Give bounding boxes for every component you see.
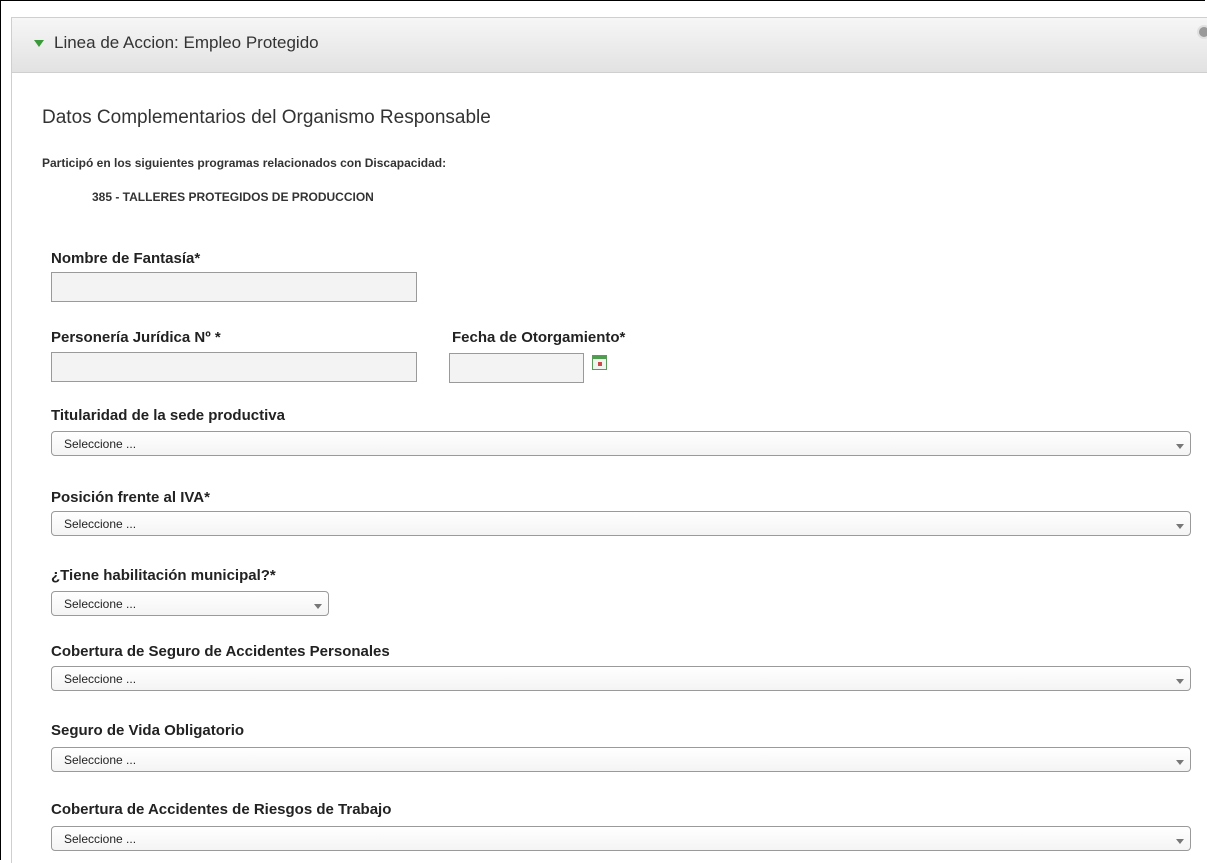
titularidad-label: Titularidad de la sede productiva: [51, 407, 285, 424]
calendar-icon[interactable]: [592, 355, 607, 370]
titularidad-selected: Seleccione ...: [64, 437, 137, 451]
riesgos-trabajo-label: Cobertura de Accidentes de Riesgos de Tr…: [51, 801, 392, 818]
triangle-down-icon[interactable]: [34, 40, 44, 47]
seguro-accidentes-label: Cobertura de Seguro de Accidentes Person…: [51, 643, 390, 660]
personeria-label: Personería Jurídica Nº *: [51, 329, 221, 346]
posicion-iva-selected: Seleccione ...: [64, 517, 137, 531]
section-title: Datos Complementarios del Organismo Resp…: [42, 107, 491, 128]
fecha-otorgamiento-label: Fecha de Otorgamiento*: [452, 329, 626, 346]
habilitacion-select[interactable]: Seleccione ...: [51, 591, 329, 616]
riesgos-trabajo-selected: Seleccione ...: [64, 832, 137, 846]
riesgos-trabajo-select[interactable]: Seleccione ...: [51, 826, 1191, 851]
titularidad-select[interactable]: Seleccione ...: [51, 431, 1191, 456]
programs-note: Participó en los siguientes programas re…: [42, 156, 447, 170]
nombre-fantasia-label: Nombre de Fantasía*: [51, 250, 201, 267]
seguro-vida-label: Seguro de Vida Obligatorio: [51, 722, 245, 739]
habilitacion-selected: Seleccione ...: [64, 597, 137, 611]
habilitacion-label: ¿Tiene habilitación municipal?*: [51, 567, 276, 584]
chevron-down-icon: [1176, 760, 1184, 765]
program-item: 385 - TALLERES PROTEGIDOS DE PRODUCCION: [92, 190, 374, 204]
fecha-otorgamiento-input[interactable]: [449, 353, 584, 383]
seguro-accidentes-selected: Seleccione ...: [64, 672, 137, 686]
panel-title: Linea de Accion: Empleo Protegido: [54, 33, 319, 52]
panel-border: [11, 73, 12, 863]
seguro-vida-selected: Seleccione ...: [64, 753, 137, 767]
chevron-down-icon: [1176, 444, 1184, 449]
panel-corner-icon: [1197, 25, 1207, 39]
chevron-down-icon: [1176, 679, 1184, 684]
chevron-down-icon: [1176, 839, 1184, 844]
personeria-input[interactable]: [51, 352, 417, 382]
nombre-fantasia-input[interactable]: [51, 272, 417, 302]
chevron-down-icon: [314, 604, 322, 609]
seguro-accidentes-select[interactable]: Seleccione ...: [51, 666, 1191, 691]
chevron-down-icon: [1176, 524, 1184, 529]
posicion-iva-select[interactable]: Seleccione ...: [51, 511, 1191, 536]
posicion-iva-label: Posición frente al IVA*: [51, 489, 210, 506]
seguro-vida-select[interactable]: Seleccione ...: [51, 747, 1191, 772]
panel-header[interactable]: Linea de Accion: Empleo Protegido: [11, 17, 1207, 73]
